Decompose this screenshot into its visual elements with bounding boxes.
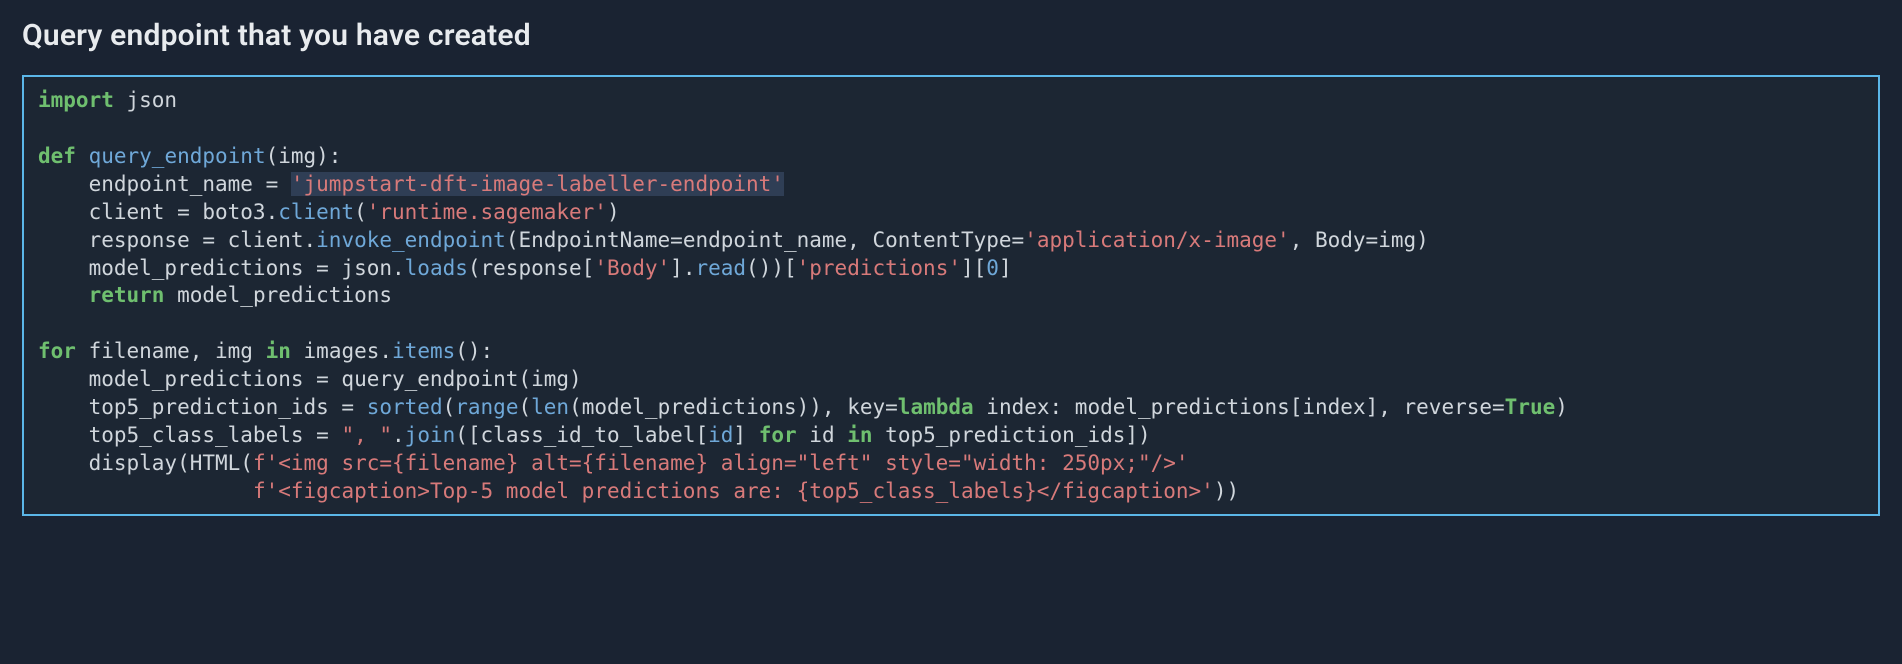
str: 'predictions' — [797, 256, 961, 280]
txt: (response[ — [468, 256, 594, 280]
kw-in2: in — [847, 423, 872, 447]
txt: (img): — [266, 144, 342, 168]
txt: top5_prediction_ids = — [38, 395, 367, 419]
txt: response = client. — [38, 228, 316, 252]
kw-def: def — [38, 144, 76, 168]
fn-join: join — [405, 423, 456, 447]
fn-loads: loads — [405, 256, 468, 280]
txt: top5_class_labels = — [38, 423, 341, 447]
txt: ( — [518, 395, 531, 419]
fn-invoke: invoke_endpoint — [316, 228, 506, 252]
txt: ( — [354, 200, 367, 224]
kw-return: return — [38, 283, 164, 307]
str: 'runtime.sagemaker' — [367, 200, 607, 224]
str: 'Body' — [594, 256, 670, 280]
kw-for2: for — [759, 423, 797, 447]
fn-name: query_endpoint — [76, 144, 266, 168]
cell-title: Query endpoint that you have created — [22, 18, 1880, 53]
txt: (EndpointName=endpoint_name, ContentType… — [506, 228, 1024, 252]
txt: model_predictions — [164, 283, 392, 307]
txt: ([class_id_to_label[ — [455, 423, 708, 447]
num: 0 — [986, 256, 999, 280]
str-endpoint: 'jumpstart-dft-image-labeller-endpoint' — [291, 172, 784, 196]
txt: display(HTML( — [38, 451, 253, 475]
txt: ] — [999, 256, 1012, 280]
txt: ]. — [670, 256, 695, 280]
fn-range: range — [455, 395, 518, 419]
fn-len: len — [531, 395, 569, 419]
notebook-cell-container: Query endpoint that you have created imp… — [0, 0, 1902, 516]
str: 'application/x-image' — [1024, 228, 1290, 252]
txt: ] — [733, 423, 758, 447]
txt — [38, 479, 253, 503]
txt: . — [392, 423, 405, 447]
kw-for: for — [38, 339, 76, 363]
fn-items: items — [392, 339, 455, 363]
txt: filename, img — [76, 339, 266, 363]
txt: images. — [291, 339, 392, 363]
txt: (): — [455, 339, 493, 363]
txt: ( — [443, 395, 456, 419]
txt: , Body=img) — [1290, 228, 1429, 252]
code-cell[interactable]: import json def query_endpoint(img): end… — [22, 75, 1880, 516]
txt: json — [114, 88, 177, 112]
kw-lambda: lambda — [898, 395, 974, 419]
txt: )) — [1214, 479, 1239, 503]
fn-client: client — [278, 200, 354, 224]
txt: ) — [607, 200, 620, 224]
fn-sorted: sorted — [367, 395, 443, 419]
txt: model_predictions = json. — [38, 256, 405, 280]
txt: client = boto3. — [38, 200, 278, 224]
txt: index: model_predictions[index], reverse… — [974, 395, 1505, 419]
txt: ][ — [961, 256, 986, 280]
txt: model_predictions = query_endpoint(img) — [38, 367, 582, 391]
txt: (model_predictions)), key= — [569, 395, 898, 419]
txt: top5_prediction_ids]) — [873, 423, 1151, 447]
kw-true: True — [1505, 395, 1556, 419]
fn-id: id — [708, 423, 733, 447]
kw-import: import — [38, 88, 114, 112]
kw-in: in — [266, 339, 291, 363]
str-fstring2: f'<figcaption>Top-5 model predictions ar… — [253, 479, 1214, 503]
txt: endpoint_name = — [38, 172, 291, 196]
txt: ) — [1555, 395, 1568, 419]
txt: ())[ — [746, 256, 797, 280]
txt: id — [797, 423, 848, 447]
str-fstring1: f'<img src={filename} alt={filename} ali… — [253, 451, 1189, 475]
fn-read: read — [695, 256, 746, 280]
str: ", " — [341, 423, 392, 447]
